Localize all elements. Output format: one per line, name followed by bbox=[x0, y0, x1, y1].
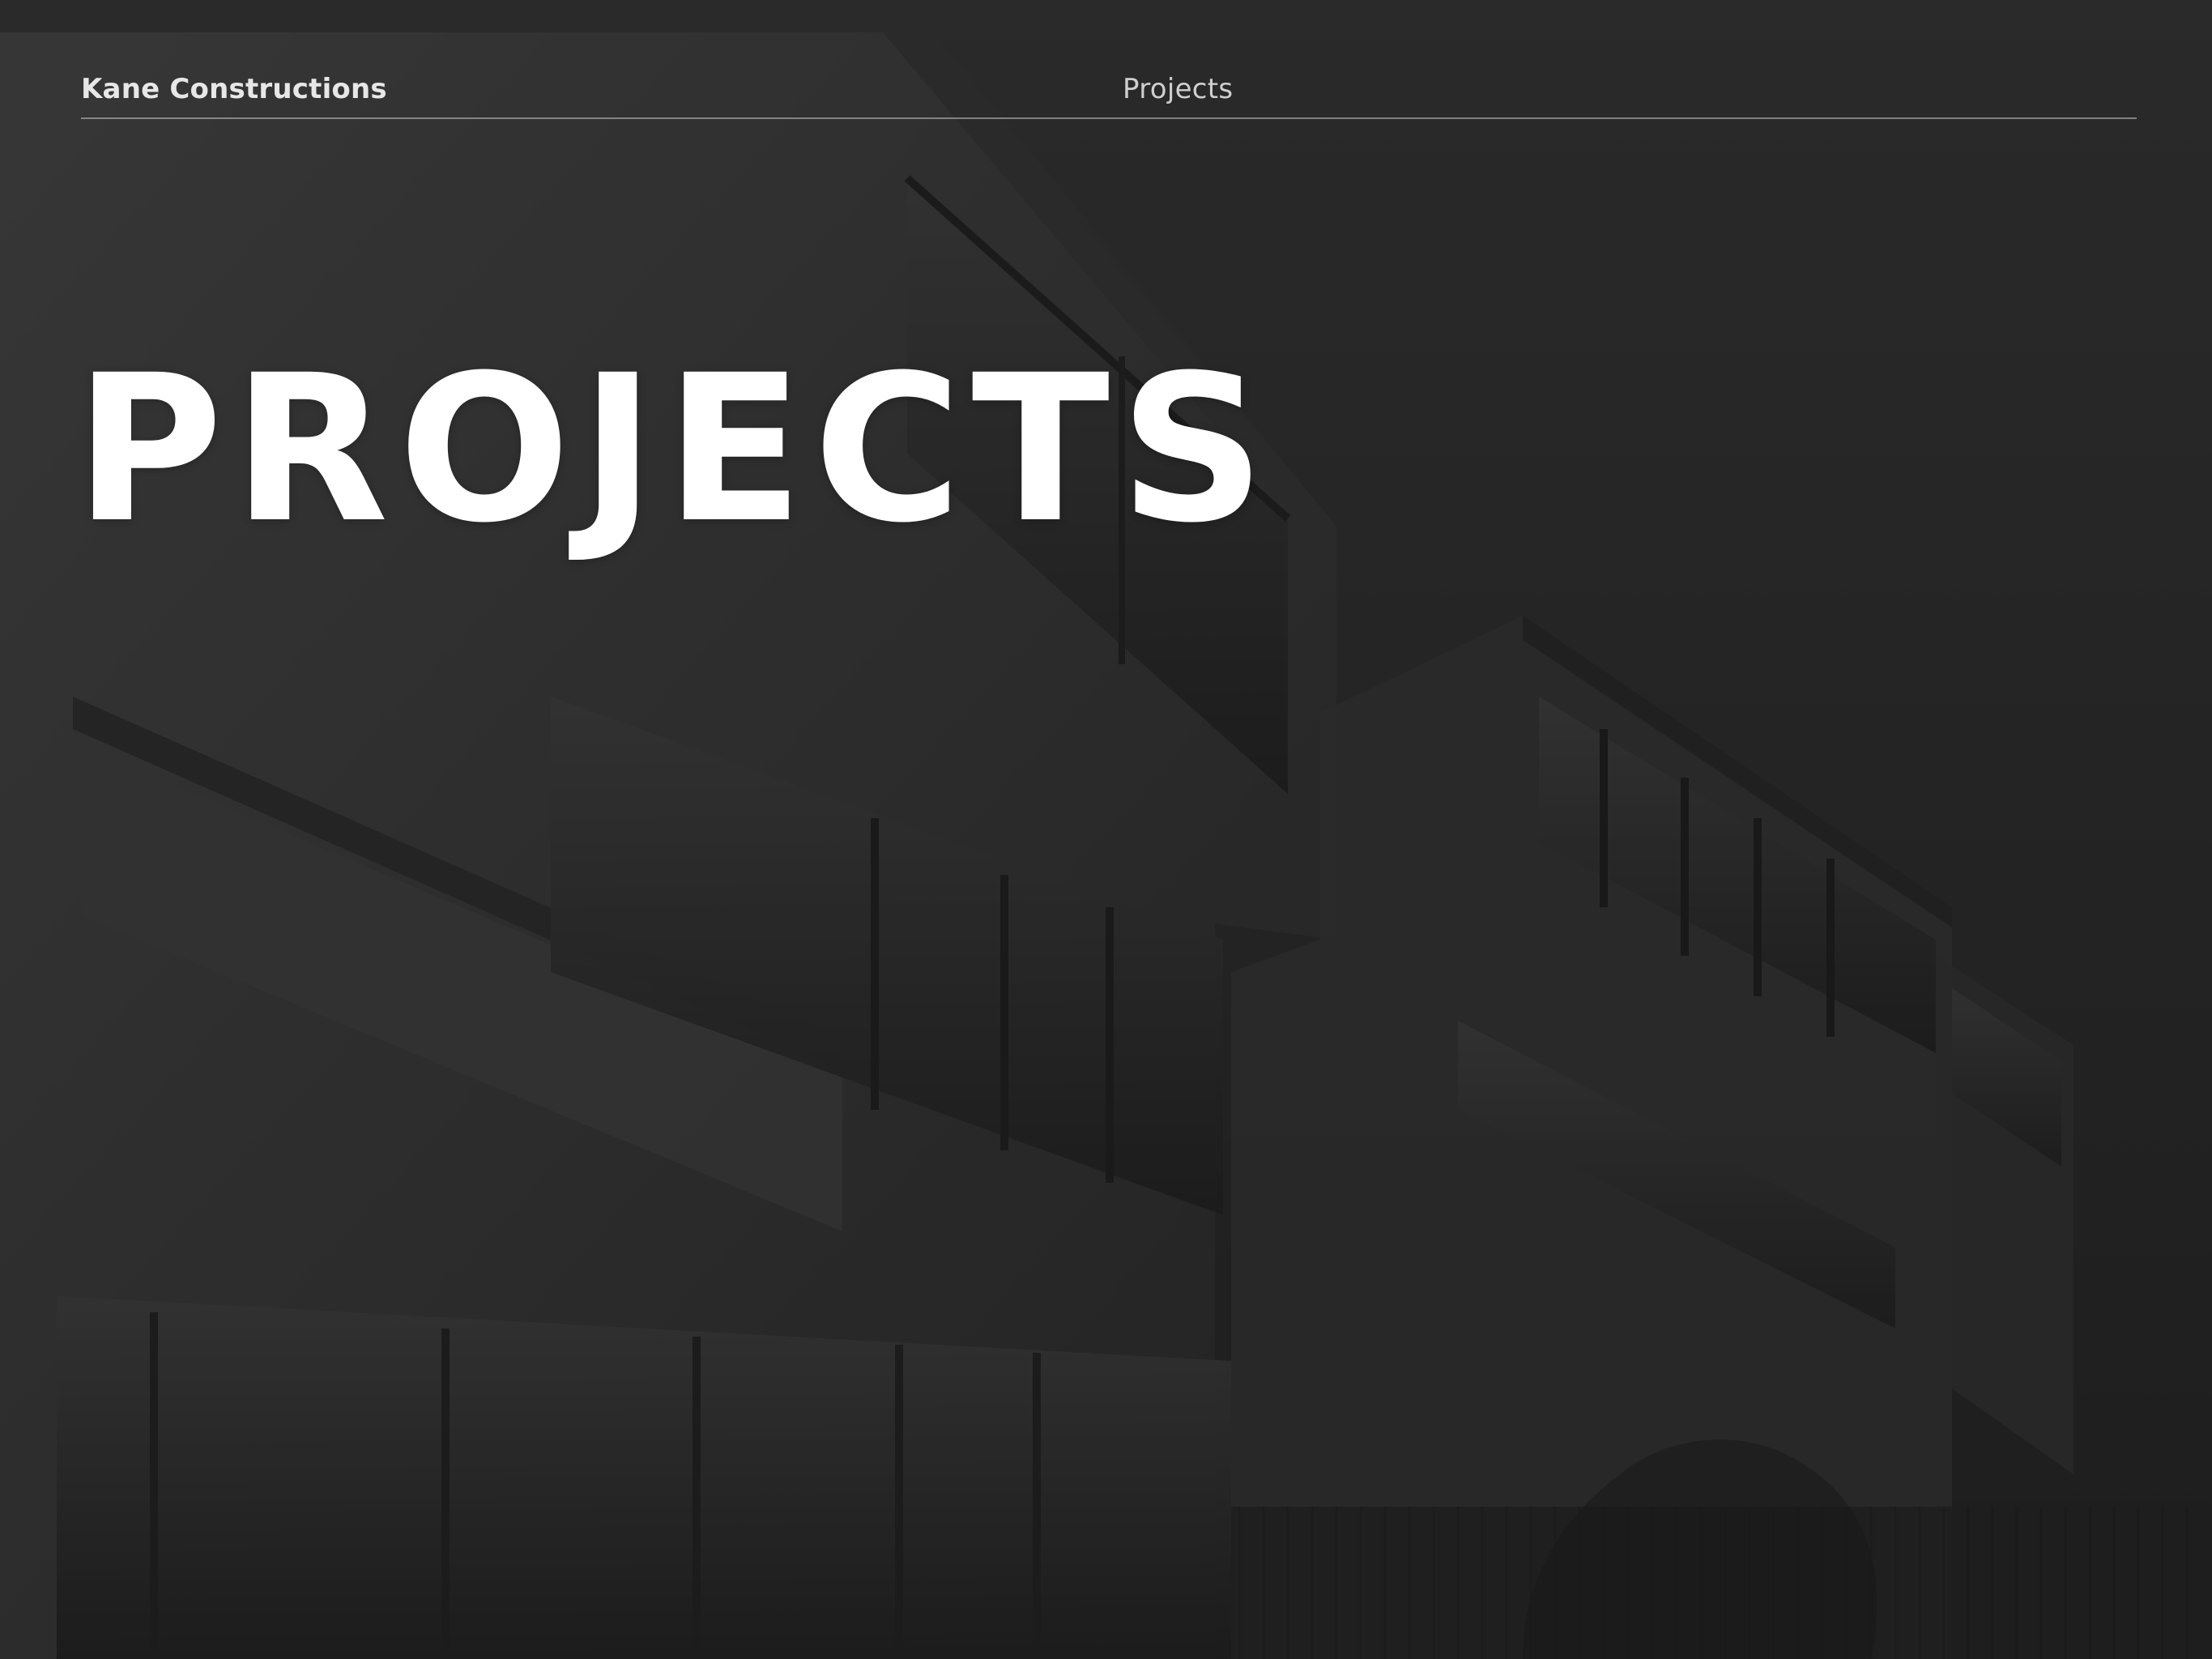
hero-title: PROJECTS bbox=[75, 331, 1276, 567]
nav-link-projects[interactable]: Projects bbox=[1123, 73, 1233, 105]
background-overlay bbox=[0, 0, 2212, 1659]
hero-background-image bbox=[0, 0, 2212, 1659]
page: Kane Constructions Projects PROJECTS bbox=[0, 0, 2212, 1659]
brand-link[interactable]: Kane Constructions bbox=[81, 73, 387, 105]
site-header: Kane Constructions Projects bbox=[81, 57, 2137, 119]
